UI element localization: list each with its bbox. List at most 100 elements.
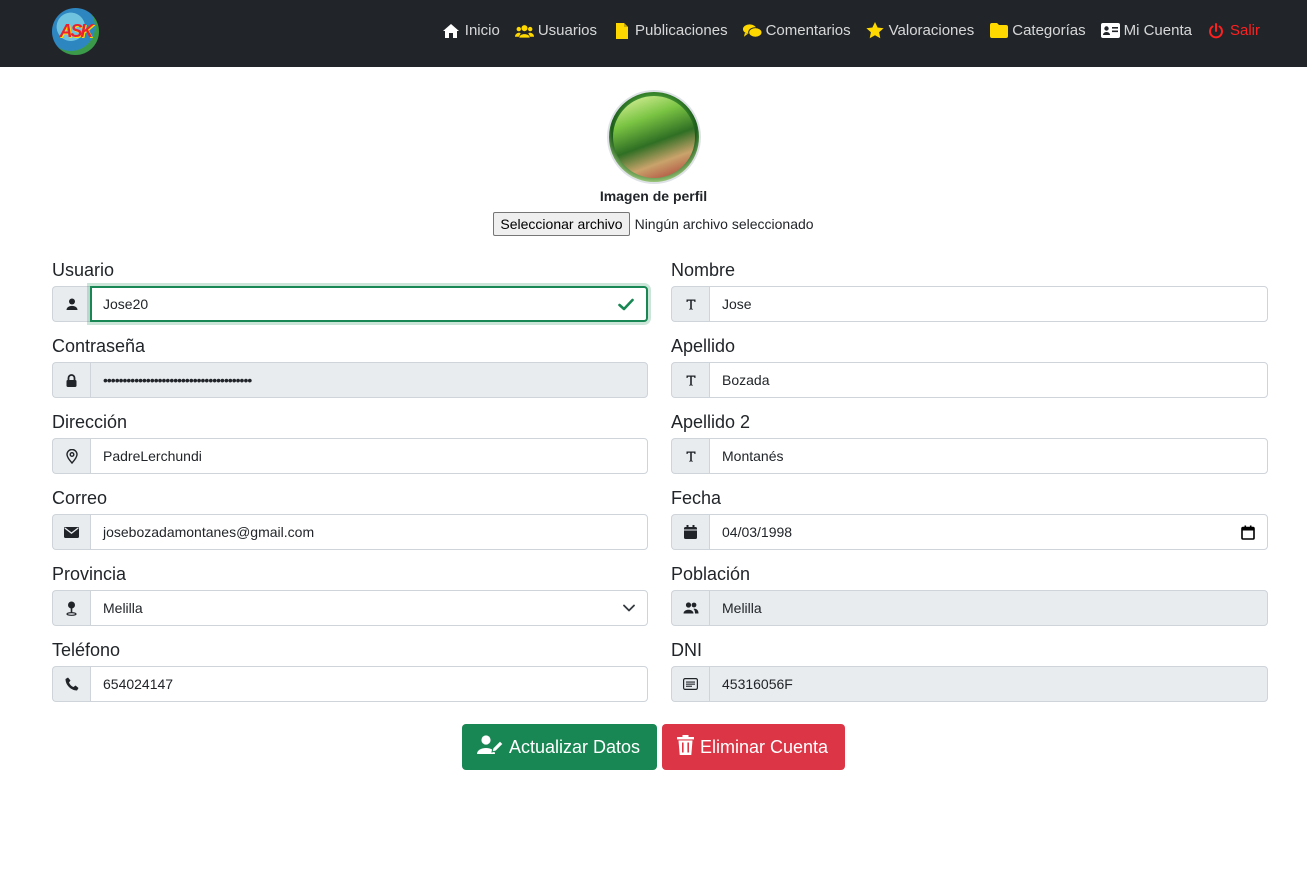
user-icon [52, 286, 90, 322]
text-icon [671, 286, 709, 322]
field-poblacion: Población Melilla [671, 564, 1268, 626]
site-logo[interactable]: ASK [52, 8, 99, 55]
delete-account-label: Eliminar Cuenta [700, 736, 829, 757]
trash-icon [677, 734, 694, 760]
provincia-value: Melilla [103, 600, 143, 616]
select-file-button[interactable]: Seleccionar archivo [493, 212, 630, 236]
nav-label: Comentarios [765, 22, 851, 39]
field-correo: Correo josebozadamontanes@gmail.com [52, 488, 648, 550]
contrasena-label: Contraseña [52, 336, 146, 356]
id-card-icon [1100, 23, 1120, 39]
dni-input: 45316056F [709, 666, 1268, 702]
folder-icon [989, 23, 1008, 39]
field-provincia: Provincia Melilla [52, 564, 648, 626]
top-navbar: ASK Inicio Usuarios Publicaciones Coment… [0, 0, 1307, 67]
nav-label: Publicaciones [635, 22, 728, 39]
nav-item-usuarios[interactable]: Usuarios [514, 22, 598, 39]
apellido-input[interactable]: Bozada [709, 362, 1268, 398]
correo-label: Correo [52, 488, 108, 508]
usuario-value: Jose20 [103, 296, 149, 312]
fecha-value: 04/03/1998 [722, 524, 793, 540]
nombre-label: Nombre [671, 260, 736, 280]
nav-label: Salir [1229, 22, 1260, 39]
direccion-label: Dirección [52, 412, 128, 432]
dni-group: 45316056F [671, 666, 1268, 702]
check-icon [618, 298, 634, 311]
text-icon [671, 438, 709, 474]
nav-label: Valoraciones [888, 22, 975, 39]
nav-item-comentarios[interactable]: Comentarios [742, 22, 851, 39]
correo-input[interactable]: josebozadamontanes@gmail.com [90, 514, 648, 550]
contrasena-input: •••••••••••••••••••••••••••••••••••••• [90, 362, 648, 398]
correo-group: josebozadamontanes@gmail.com [52, 514, 648, 550]
user-edit-icon [477, 734, 504, 760]
nav-label: Inicio [464, 22, 500, 39]
poblacion-input: Melilla [709, 590, 1268, 626]
nav-label: Categorías [1012, 22, 1086, 39]
phone-icon [52, 666, 90, 702]
envelope-icon [52, 514, 90, 550]
nav-item-inicio[interactable]: Inicio [442, 22, 500, 39]
field-usuario: Usuario Jose20 [52, 260, 648, 322]
people-icon [671, 590, 709, 626]
main-nav: Inicio Usuarios Publicaciones Comentario… [442, 22, 1260, 39]
avatar-image [612, 96, 695, 178]
usuario-input[interactable]: Jose20 [90, 286, 648, 322]
logo-text: ASK [59, 21, 93, 41]
direccion-group: PadreLerchundi [52, 438, 648, 474]
profile-image-label: Imagen de perfil [599, 188, 708, 204]
fecha-label: Fecha [671, 488, 722, 508]
usuario-group: Jose20 [52, 286, 648, 322]
poblacion-group: Melilla [671, 590, 1268, 626]
direccion-input[interactable]: PadreLerchundi [90, 438, 648, 474]
usuario-label: Usuario [52, 260, 115, 280]
provincia-label: Provincia [52, 564, 127, 584]
field-dni: DNI 45316056F [671, 640, 1268, 702]
map-pin-icon [52, 590, 90, 626]
telefono-group: 654024147 [52, 666, 648, 702]
nav-label: Usuarios [537, 22, 598, 39]
provincia-select[interactable]: Melilla [90, 590, 648, 626]
calendar-icon [671, 514, 709, 550]
update-data-label: Actualizar Datos [509, 736, 641, 757]
nombre-input[interactable]: Jose [709, 286, 1268, 322]
field-apellido2: Apellido 2 Montanés [671, 412, 1268, 474]
account-form: Usuario Jose20 Nombre Jose Contraseña ••… [52, 260, 1307, 702]
comments-icon [742, 23, 762, 39]
telefono-input[interactable]: 654024147 [90, 666, 648, 702]
field-telefono: Teléfono 654024147 [52, 640, 648, 702]
field-fecha: Fecha 04/03/1998 [671, 488, 1268, 550]
text-icon [671, 362, 709, 398]
map-pin-icon [52, 438, 90, 474]
form-actions: Actualizar Datos Eliminar Cuenta [0, 724, 1307, 770]
nav-item-salir[interactable]: Salir [1207, 22, 1260, 39]
delete-account-button[interactable]: Eliminar Cuenta [662, 724, 845, 770]
nav-item-valoraciones[interactable]: Valoraciones [866, 22, 975, 39]
dni-label: DNI [671, 640, 702, 660]
lock-icon [52, 362, 90, 398]
poblacion-label: Población [671, 564, 751, 584]
fecha-group: 04/03/1998 [671, 514, 1268, 550]
users-icon [514, 23, 534, 39]
nav-item-categorias[interactable]: Categorías [989, 22, 1086, 39]
apellido-group: Bozada [671, 362, 1268, 398]
field-nombre: Nombre Jose [671, 260, 1268, 322]
calendar-picker-icon[interactable] [1241, 525, 1255, 540]
nav-item-mi-cuenta[interactable]: Mi Cuenta [1100, 22, 1192, 39]
nav-item-publicaciones[interactable]: Publicaciones [612, 22, 728, 39]
apellido2-label: Apellido 2 [671, 412, 751, 432]
power-icon [1207, 22, 1226, 39]
nombre-group: Jose [671, 286, 1268, 322]
field-apellido: Apellido Bozada [671, 336, 1268, 398]
telefono-label: Teléfono [52, 640, 121, 660]
profile-section: Imagen de perfil Seleccionar archivo Nin… [0, 90, 1307, 236]
home-icon [442, 23, 461, 39]
id-card-icon [671, 666, 709, 702]
update-data-button[interactable]: Actualizar Datos [462, 724, 657, 770]
file-icon [612, 22, 631, 39]
fecha-input[interactable]: 04/03/1998 [709, 514, 1268, 550]
field-direccion: Dirección PadreLerchundi [52, 412, 648, 474]
nav-label: Mi Cuenta [1123, 22, 1192, 39]
file-status: Ningún archivo seleccionado [634, 216, 814, 232]
apellido2-input[interactable]: Montanés [709, 438, 1268, 474]
